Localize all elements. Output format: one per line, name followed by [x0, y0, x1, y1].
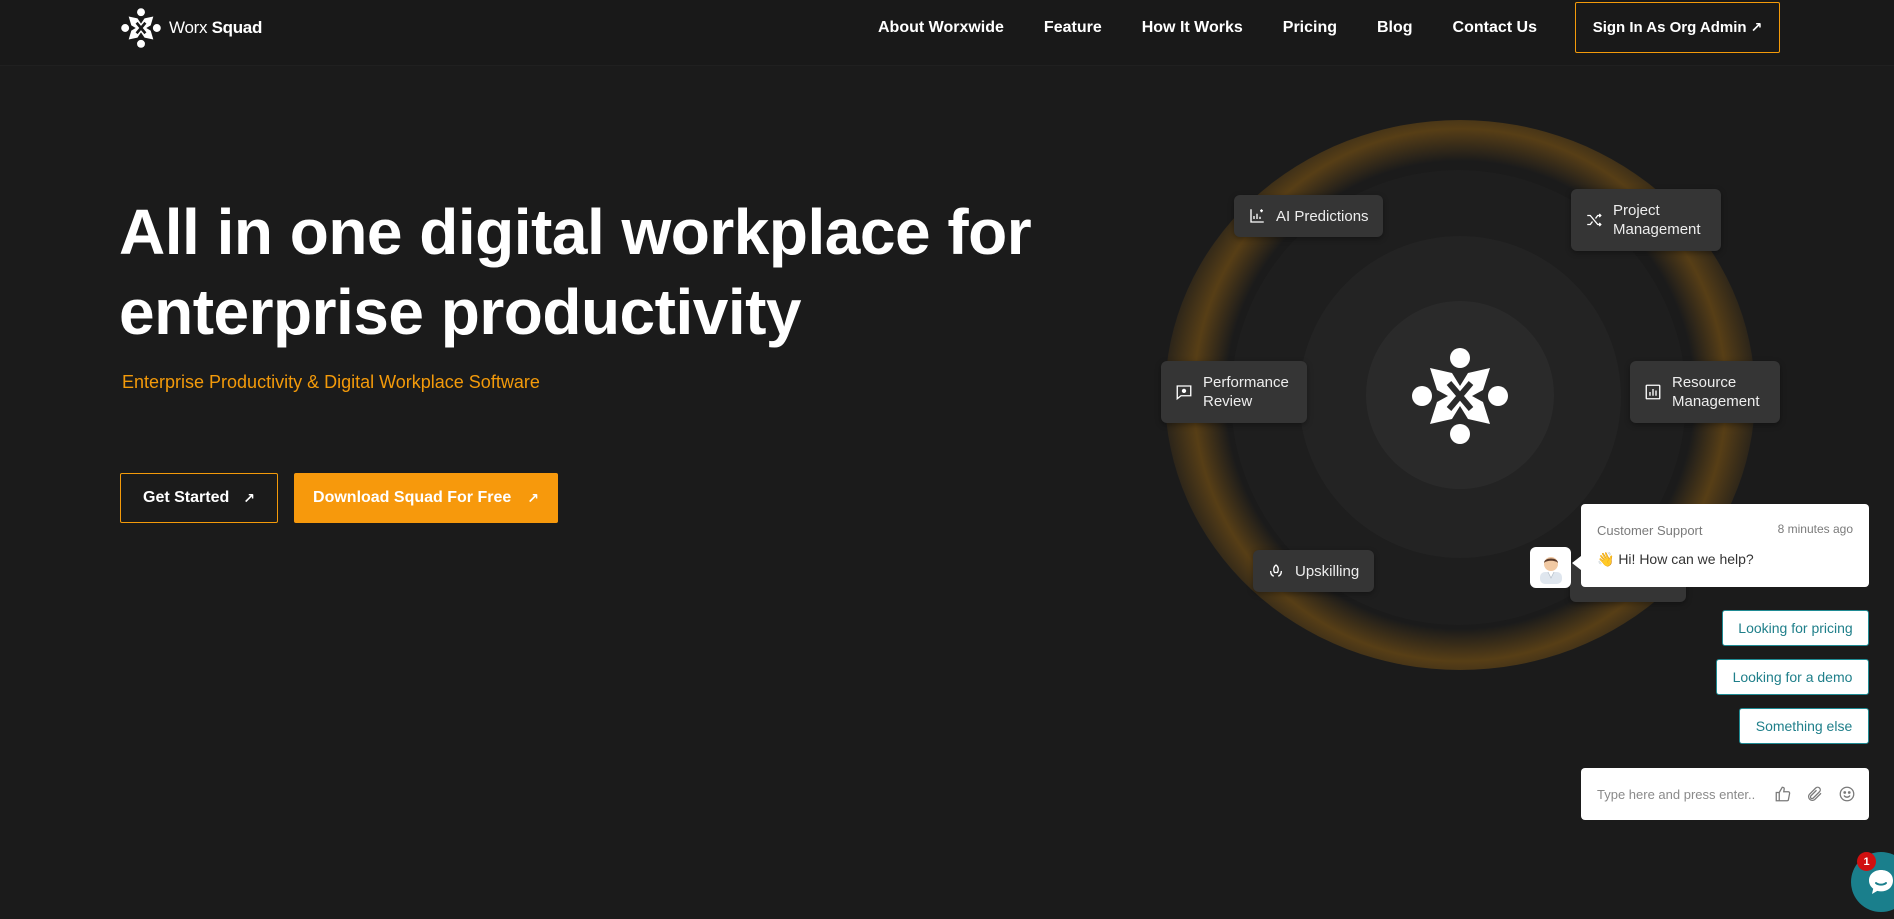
get-started-button[interactable]: Get Started ↗: [120, 473, 278, 523]
performance-review-label: Performance Review: [1203, 374, 1289, 410]
paperclip-icon[interactable]: [1805, 784, 1825, 804]
review-chat-icon: [1176, 385, 1192, 401]
chat-timestamp: 8 minutes ago: [1777, 522, 1853, 536]
thumbs-up-icon[interactable]: [1773, 784, 1793, 804]
smiley-icon[interactable]: [1837, 784, 1857, 804]
download-label: Download Squad For Free: [313, 489, 512, 506]
get-started-label: Get Started: [143, 489, 230, 506]
upskilling-label: Upskilling: [1295, 562, 1360, 580]
shuffle-icon: [1587, 213, 1602, 227]
nav-link-contact[interactable]: Contact Us: [1453, 17, 1537, 39]
project-management-label: Project Management: [1613, 202, 1701, 238]
agent-avatar-icon: [1539, 556, 1562, 584]
resource-management-label: Resource Management: [1672, 374, 1760, 410]
nav-link-feature[interactable]: Feature: [1044, 17, 1102, 39]
arrow-up-right-icon: ↗: [243, 489, 255, 506]
x-logo-icon: [1412, 348, 1508, 444]
unread-badge: 1: [1857, 852, 1876, 871]
chat-option-something-else[interactable]: Something else: [1739, 708, 1869, 744]
hero-title: All in one digital workplace for enterpr…: [119, 196, 1032, 348]
download-squad-button[interactable]: Download Squad For Free ↗: [294, 473, 558, 523]
x-logo-icon: [121, 8, 161, 48]
hero-subtitle: Enterprise Productivity & Digital Workpl…: [122, 372, 540, 392]
arrow-up-right-icon: ↗: [527, 489, 539, 506]
feature-chip-upskilling: Upskilling: [1253, 550, 1374, 592]
brand-wordmark: Worx Squad: [169, 18, 262, 38]
chat-message-card: Customer Support 8 minutes ago 👋 Hi! How…: [1572, 504, 1869, 587]
brand-name-light: Worx: [169, 18, 208, 37]
feature-chip-ai-predictions: AI Predictions: [1234, 195, 1383, 237]
chat-option-demo[interactable]: Looking for a demo: [1716, 659, 1869, 695]
brand-logo[interactable]: Worx Squad: [119, 5, 262, 51]
feature-chip-resource-management: Resource Management: [1630, 361, 1780, 423]
rocket-cycle-icon: [1270, 564, 1282, 577]
chat-tools: [1773, 784, 1857, 804]
top-navbar: Worx Squad About Worxwide Feature How It…: [0, 0, 1894, 66]
nav-link-blog[interactable]: Blog: [1377, 17, 1413, 39]
chat-bubble-icon: [1869, 870, 1893, 894]
chat-message-input[interactable]: [1597, 786, 1767, 802]
brand-name-bold: Squad: [211, 18, 263, 37]
sign-in-org-admin-button[interactable]: Sign In As Org Admin ↗: [1575, 2, 1780, 53]
agent-avatar: [1530, 547, 1571, 588]
chart-sparkle-icon: [1250, 209, 1264, 223]
ai-predictions-label: AI Predictions: [1276, 207, 1369, 225]
chat-sender: Customer Support: [1597, 523, 1703, 538]
nav-link-pricing[interactable]: Pricing: [1283, 17, 1337, 39]
chat-message: 👋 Hi! How can we help?: [1597, 551, 1754, 567]
nav-link-about[interactable]: About Worxwide: [878, 17, 1004, 39]
feature-chip-performance-review: Performance Review: [1161, 361, 1307, 423]
bar-chart-icon: [1645, 384, 1661, 400]
main-nav: About Worxwide Feature How It Works Pric…: [878, 17, 1537, 39]
chat-option-pricing[interactable]: Looking for pricing: [1722, 610, 1869, 646]
sign-in-label: Sign In As Org Admin: [1592, 19, 1747, 36]
nav-link-how-it-works[interactable]: How It Works: [1142, 17, 1243, 39]
chat-input-bar: [1581, 768, 1869, 820]
feature-chip-project-management: Project Management: [1571, 189, 1721, 251]
arrow-up-right-icon: ↗: [1750, 19, 1763, 35]
